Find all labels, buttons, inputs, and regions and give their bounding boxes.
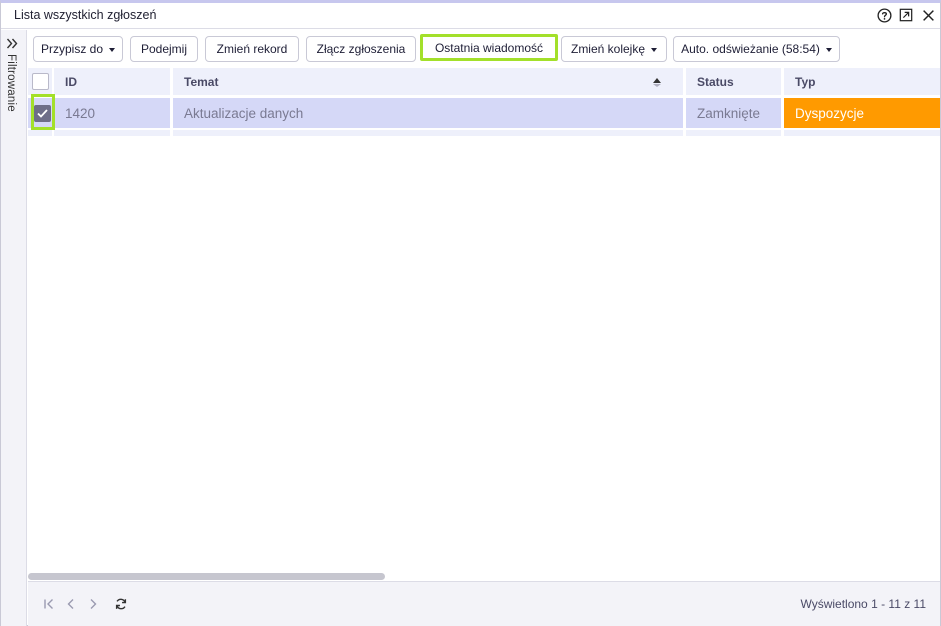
change-record-label: Zmień rekord bbox=[216, 42, 288, 56]
merge-tickets-button[interactable]: Złącz zgłoszenia bbox=[306, 36, 416, 62]
column-header-subject-label: Temat bbox=[184, 74, 219, 89]
column-header-status[interactable]: Status bbox=[686, 68, 781, 95]
take-button[interactable]: Podejmij bbox=[130, 36, 198, 62]
scrollbar-thumb[interactable] bbox=[28, 573, 385, 580]
sort-icon[interactable] bbox=[653, 78, 661, 87]
take-label: Podejmij bbox=[140, 42, 188, 56]
select-all-header bbox=[28, 68, 52, 95]
assign-to-button[interactable]: Przypisz do bbox=[33, 36, 123, 62]
cell-id-value: 1420 bbox=[65, 105, 96, 121]
popout-icon[interactable] bbox=[898, 7, 914, 23]
chevron-down-icon bbox=[109, 47, 116, 52]
column-header-type[interactable]: Typ bbox=[784, 68, 940, 95]
checkbox-highlight bbox=[31, 94, 55, 130]
change-queue-button[interactable]: Zmień kolejkę bbox=[561, 36, 667, 62]
toolbar: Przypisz do Podejmij Zmień rekord Złącz … bbox=[28, 30, 940, 66]
merge-tickets-label: Złącz zgłoszenia bbox=[316, 42, 406, 56]
column-header-status-label: Status bbox=[697, 74, 734, 89]
pager bbox=[42, 597, 128, 611]
window-title: Lista wszystkich zgłoszeń bbox=[14, 8, 157, 22]
double-chevron-right-icon[interactable] bbox=[6, 36, 20, 49]
table-cell-subject[interactable]: Aktualizacje danych bbox=[173, 98, 683, 128]
column-header-id-label: ID bbox=[65, 74, 77, 89]
column-header-type-label: Typ bbox=[795, 74, 816, 89]
cell-type-value: Dyspozycje bbox=[795, 105, 865, 121]
window: Lista wszystkich zgłoszeń Filtrowanie Pr… bbox=[0, 0, 941, 626]
help-icon[interactable] bbox=[876, 7, 892, 23]
cell-status-value: Zamknięte bbox=[697, 105, 761, 121]
first-page-icon[interactable] bbox=[42, 597, 56, 611]
assign-to-label: Przypisz do bbox=[40, 42, 104, 56]
tickets-grid: ID Temat Status Typ 1420 Aktualizacje da… bbox=[28, 66, 940, 580]
prev-page-icon[interactable] bbox=[64, 597, 78, 611]
close-icon[interactable] bbox=[920, 7, 936, 23]
title-bar-actions bbox=[876, 7, 936, 23]
row-divider bbox=[54, 130, 170, 136]
column-header-subject[interactable]: Temat bbox=[173, 68, 683, 95]
grid-footer: Wyświetlono 1 - 11 z 11 bbox=[28, 581, 940, 626]
auto-refresh-label: Auto. odświeżanie (58:54) bbox=[681, 42, 820, 56]
refresh-icon[interactable] bbox=[114, 597, 128, 611]
last-message-button[interactable]: Ostatnia wiadomość bbox=[420, 34, 558, 61]
table-cell-type[interactable]: Dyspozycje bbox=[784, 98, 940, 128]
filter-label[interactable]: Filtrowanie bbox=[5, 54, 17, 112]
row-divider bbox=[28, 130, 52, 136]
row-divider bbox=[173, 130, 683, 136]
title-bar: Lista wszystkich zgłoszeń bbox=[1, 3, 940, 29]
pagination-info: Wyświetlono 1 - 11 z 11 bbox=[800, 597, 926, 611]
auto-refresh-button[interactable]: Auto. odświeżanie (58:54) bbox=[673, 36, 840, 62]
chevron-down-icon bbox=[825, 47, 832, 52]
next-page-icon[interactable] bbox=[86, 597, 100, 611]
chevron-down-icon bbox=[651, 47, 658, 52]
row-divider bbox=[686, 130, 781, 136]
row-divider bbox=[784, 130, 940, 136]
change-record-button[interactable]: Zmień rekord bbox=[205, 36, 299, 62]
last-message-label: Ostatnia wiadomość bbox=[434, 40, 544, 55]
select-all-checkbox[interactable] bbox=[32, 73, 49, 90]
table-cell-id[interactable]: 1420 bbox=[54, 98, 170, 128]
table-cell-status[interactable]: Zamknięte bbox=[686, 98, 781, 128]
change-queue-label: Zmień kolejkę bbox=[570, 42, 646, 56]
column-header-id[interactable]: ID bbox=[54, 68, 170, 95]
filter-sidebar[interactable]: Filtrowanie bbox=[1, 30, 27, 626]
cell-subject-value: Aktualizacje danych bbox=[184, 105, 304, 121]
horizontal-scrollbar[interactable] bbox=[28, 573, 940, 581]
